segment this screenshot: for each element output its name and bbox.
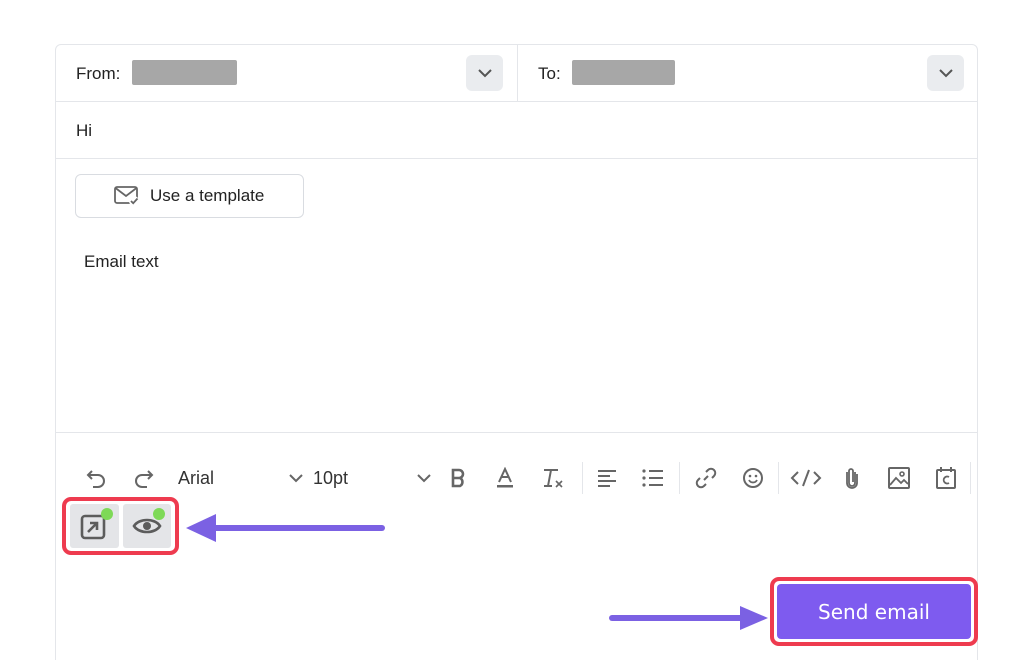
toolbar-separator (778, 462, 779, 494)
to-value-redacted (572, 60, 675, 85)
redo-icon (135, 470, 154, 488)
status-dot (100, 508, 113, 520)
attachment-button[interactable] (841, 464, 863, 492)
envelope-check-icon (114, 186, 139, 206)
send-button-highlight: Send email (770, 577, 978, 646)
bold-icon (451, 468, 465, 488)
email-composer: From: To: Hi Use a template Email text A… (55, 44, 978, 660)
image-button[interactable] (885, 464, 913, 492)
toolbar-separator (679, 462, 680, 494)
from-value-redacted (132, 60, 237, 85)
code-icon (790, 469, 822, 487)
emoji-icon (743, 468, 763, 488)
use-template-label: Use a template (150, 186, 265, 205)
attachment-icon (846, 468, 858, 489)
subject-text: Hi (76, 121, 93, 140)
status-dot (153, 508, 165, 520)
align-left-button[interactable] (595, 464, 619, 492)
annotation-arrow-left (186, 514, 385, 542)
from-label: From: (76, 64, 121, 83)
calendar-button[interactable] (933, 464, 959, 492)
align-left-icon (598, 470, 616, 487)
divider (56, 432, 977, 433)
text-color-button[interactable] (493, 464, 517, 492)
annotation-arrow-right (609, 606, 768, 630)
undo-icon (86, 470, 105, 488)
image-icon (888, 467, 910, 489)
text-color-icon (497, 467, 513, 488)
bullet-list-button[interactable] (640, 464, 666, 492)
to-label: To: (538, 64, 561, 83)
preview-button[interactable] (122, 504, 171, 548)
header-row: From: To: (56, 45, 977, 102)
font-family-select[interactable]: Arial (178, 464, 303, 492)
open-external-button[interactable] (70, 504, 119, 548)
bullet-list-icon (642, 469, 663, 487)
undo-button[interactable] (82, 464, 110, 492)
emoji-button[interactable] (740, 464, 766, 492)
email-body[interactable]: Email text (84, 252, 159, 272)
calendar-icon (936, 467, 956, 489)
link-button[interactable] (693, 464, 719, 492)
addon-buttons-highlight (62, 497, 179, 555)
from-dropdown-button[interactable] (466, 55, 503, 91)
use-template-button[interactable]: Use a template (75, 174, 304, 218)
chevron-down-icon (417, 473, 431, 482)
bold-button[interactable] (446, 464, 470, 492)
redo-button[interactable] (130, 464, 158, 492)
link-icon (695, 467, 717, 489)
font-size-value: 10pt (313, 467, 349, 488)
code-button[interactable] (789, 464, 823, 492)
toolbar-separator (970, 462, 971, 494)
clear-format-icon (544, 469, 563, 488)
font-size-select[interactable]: 10pt (313, 464, 431, 492)
send-email-button[interactable]: Send email (777, 584, 971, 639)
formatting-toolbar: Arial 10pt (56, 458, 977, 498)
subject-field[interactable]: Hi (56, 102, 977, 159)
to-field[interactable]: To: (518, 45, 979, 102)
chevron-down-icon (938, 68, 953, 77)
chevron-down-icon (477, 68, 492, 77)
toolbar-separator (582, 462, 583, 494)
to-dropdown-button[interactable] (927, 55, 964, 91)
font-family-value: Arial (178, 467, 215, 488)
from-field[interactable]: From: (56, 45, 518, 102)
chevron-down-icon (289, 473, 303, 482)
clear-format-button[interactable] (540, 464, 566, 492)
